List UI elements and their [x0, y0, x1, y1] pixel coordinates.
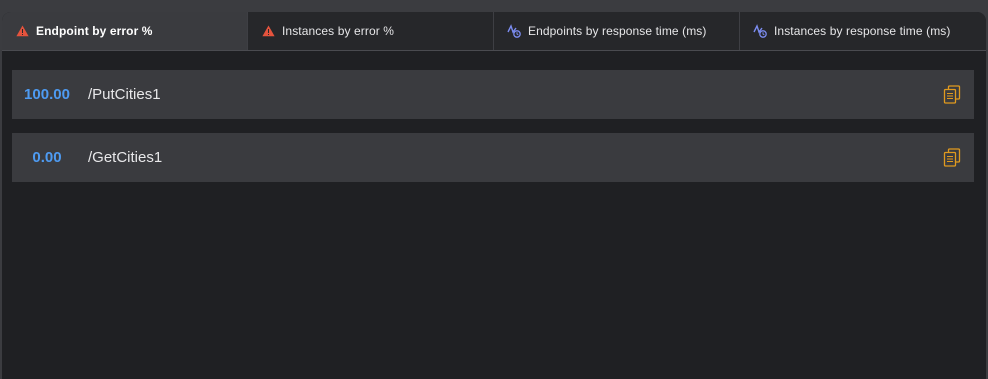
warning-triangle-icon — [14, 23, 30, 39]
list-item: 0.00 /GetCities1 — [12, 133, 974, 182]
response-time-icon — [752, 23, 768, 39]
tab-label: Instances by response time (ms) — [774, 24, 951, 38]
copy-icon[interactable] — [941, 147, 963, 169]
tab-endpoints-by-response-time[interactable]: Endpoints by response time (ms) — [494, 12, 740, 50]
tab-label: Endpoint by error % — [36, 24, 153, 38]
response-time-icon — [506, 23, 522, 39]
endpoint-name: /GetCities1 — [88, 149, 163, 166]
tab-label: Endpoints by response time (ms) — [528, 24, 707, 38]
tab-label: Instances by error % — [282, 24, 395, 38]
endpoint-stats-panel: Endpoint by error % Instances by error %… — [2, 12, 986, 379]
copy-icon[interactable] — [941, 84, 963, 106]
warning-triangle-icon — [260, 23, 276, 39]
tab-instances-by-response-time[interactable]: Instances by response time (ms) — [740, 12, 986, 50]
endpoint-name: /PutCities1 — [88, 86, 161, 103]
error-percent-value: 0.00 — [32, 149, 62, 166]
list-item: 100.00 /PutCities1 — [12, 70, 974, 119]
tab-bar: Endpoint by error % Instances by error %… — [2, 12, 986, 51]
error-percent-value: 100.00 — [24, 86, 70, 103]
tab-instances-by-error[interactable]: Instances by error % — [248, 12, 494, 50]
tab-endpoint-by-error[interactable]: Endpoint by error % — [2, 12, 248, 50]
